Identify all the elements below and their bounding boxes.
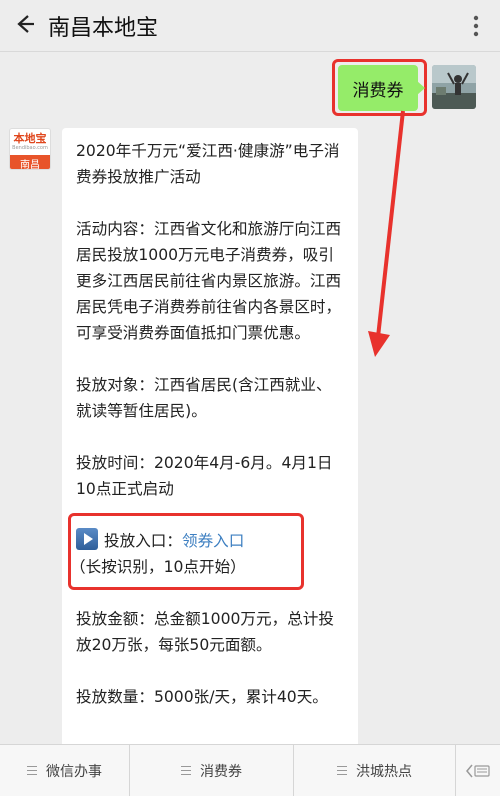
menu-tab-label: 消费券 [200,763,242,780]
menu-lines-icon [27,766,37,775]
more-dots-icon[interactable] [464,12,488,40]
user-avatar[interactable] [432,65,476,109]
message-amount: 投放金额：总金额1000万元，总计投放20万张，每张50元面额。 [76,610,334,654]
back-arrow-icon[interactable] [10,9,40,39]
menu-tab-hot-news[interactable]: 洪城热点 [294,745,456,796]
chat-title: 南昌本地宝 [48,16,159,41]
menu-tab-label: 洪城热点 [356,763,412,780]
menu-tab-label: 微信办事 [46,763,102,780]
annotation-arrow [368,110,405,357]
avatar-sub: Bendibao.com [12,144,48,151]
avatar-brand: 本地宝 [13,131,47,145]
message-time: 投放时间：2020年4月-6月。4月1日10点正式启动 [76,454,333,498]
header-bar: 南昌本地宝 [0,0,500,52]
message-target: 投放对象：江西省居民(含江西就业、就读等暂住居民)。 [76,376,332,420]
message-quantity: 投放数量：5000张/天，累计40天。 [76,688,328,706]
official-account-avatar[interactable]: 本地宝 Bendibao.com 南昌 [9,128,51,170]
menu-tab-wechat-services[interactable]: 微信办事 [0,745,130,796]
menu-tab-coupons[interactable]: 消费券 [130,745,294,796]
avatar-city: 南昌 [10,155,50,169]
keyboard-icon[interactable] [456,745,500,796]
menu-bar: 微信办事 消费券 洪城热点 [0,744,500,796]
highlight-box-entry [68,513,304,590]
message-title: 2020年千万元“爱江西·健康游”电子消费券投放推广活动 [76,142,340,186]
menu-lines-icon [181,766,191,775]
received-message-bubble: 2020年千万元“爱江西·健康游”电子消费券投放推广活动 活动内容：江西省文化和… [62,128,358,748]
message-content: 活动内容：江西省文化和旅游厅向江西居民投放1000万元电子消费券，吸引更多江西居… [76,220,342,342]
menu-lines-icon [337,766,347,775]
